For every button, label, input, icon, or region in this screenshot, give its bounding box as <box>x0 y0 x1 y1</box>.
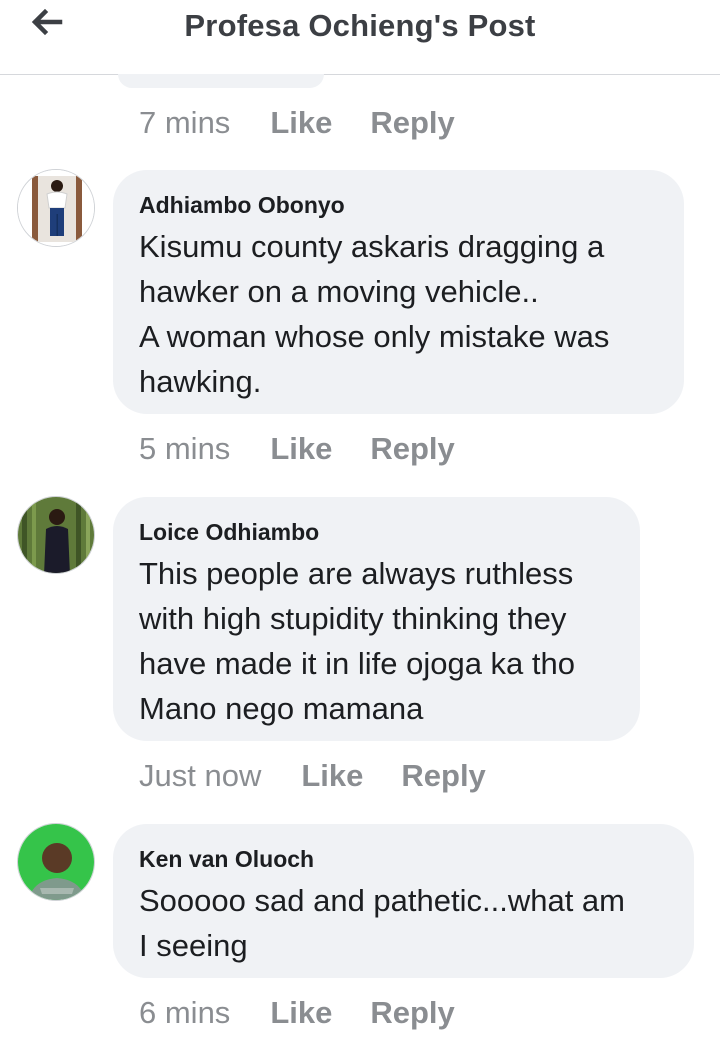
comment-author[interactable]: Ken van Oluoch <box>139 844 670 874</box>
like-button[interactable]: Like <box>270 431 332 467</box>
comment-time: Just now <box>139 758 261 794</box>
avatar[interactable] <box>17 169 95 247</box>
comment-author[interactable]: Adhiambo Obonyo <box>139 190 660 220</box>
comment-actions: 5 mins Like Reply <box>139 429 493 469</box>
like-button[interactable]: Like <box>270 995 332 1031</box>
comment-time: 6 mins <box>139 995 230 1031</box>
reply-button[interactable]: Reply <box>370 995 454 1031</box>
reply-button[interactable]: Reply <box>370 431 454 467</box>
comment-actions: 6 mins Like Reply <box>139 993 493 1033</box>
comment-actions: 7 mins Like Reply <box>139 103 493 143</box>
avatar[interactable] <box>17 823 95 901</box>
previous-comment-bubble <box>118 74 324 88</box>
comment-time: 7 mins <box>139 105 230 141</box>
comment-actions: Just now Like Reply <box>139 756 524 796</box>
post-header: Profesa Ochieng's Post <box>0 0 720 75</box>
comment-text: Sooooo sad and pathetic...what am I seei… <box>139 878 670 968</box>
comment-bubble: Ken van Oluoch Sooooo sad and pathetic..… <box>113 824 694 978</box>
comment-text: This people are always ruthless with hig… <box>139 551 616 731</box>
avatar[interactable] <box>17 496 95 574</box>
page-title: Profesa Ochieng's Post <box>0 8 720 44</box>
comment-author[interactable]: Loice Odhiambo <box>139 517 616 547</box>
comment-bubble: Loice Odhiambo This people are always ru… <box>113 497 640 741</box>
like-button[interactable]: Like <box>270 105 332 141</box>
comment-bubble: Adhiambo Obonyo Kisumu county askaris dr… <box>113 170 684 414</box>
comment-time: 5 mins <box>139 431 230 467</box>
like-button[interactable]: Like <box>301 758 363 794</box>
reply-button[interactable]: Reply <box>370 105 454 141</box>
comment-text: Kisumu county askaris dragging a hawker … <box>139 224 660 404</box>
reply-button[interactable]: Reply <box>401 758 485 794</box>
